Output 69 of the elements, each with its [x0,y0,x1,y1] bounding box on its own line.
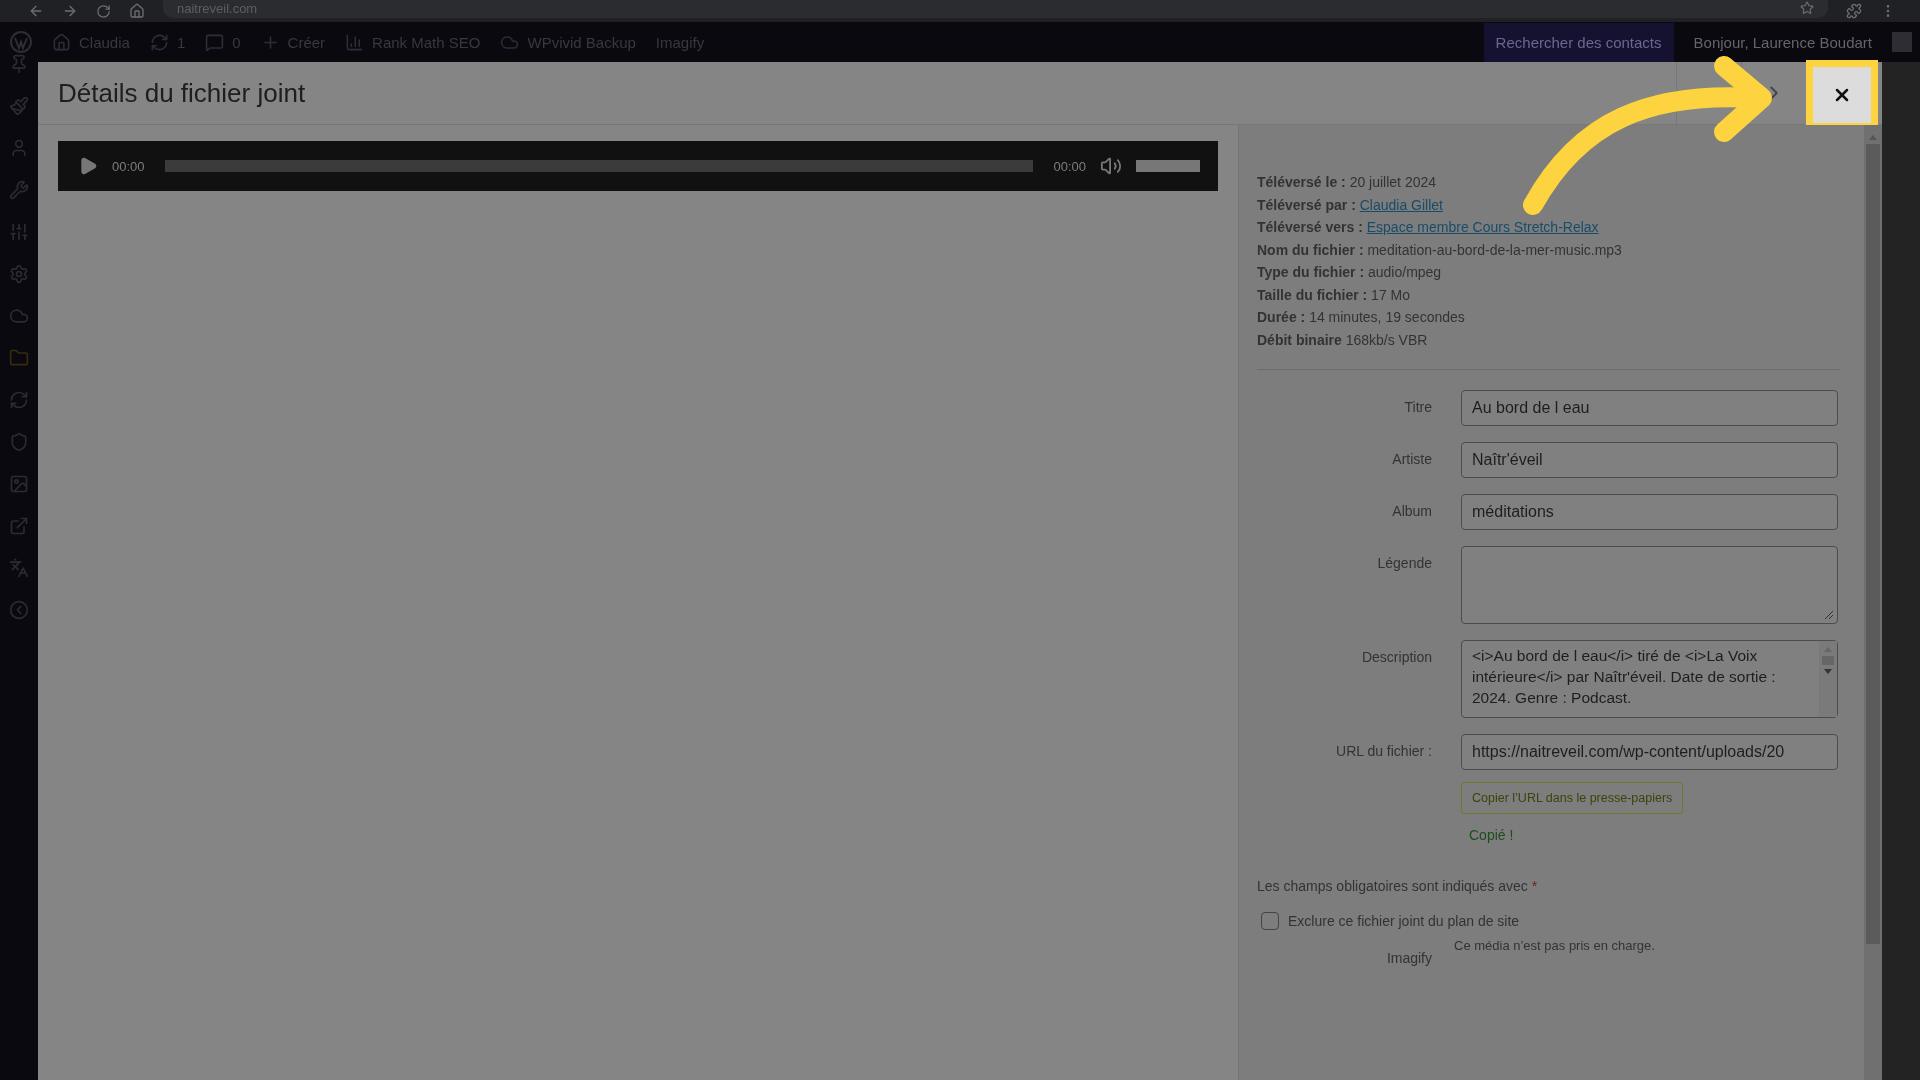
scrollbar[interactable] [1864,125,1882,1080]
volume-icon[interactable] [1100,155,1122,177]
copy-url-button[interactable]: Copier l’URL dans le presse-papiers [1461,782,1684,814]
imagify-note: Ce média n’est pas pris en charge. [1454,938,1656,955]
logo-icon[interactable] [10,31,32,53]
sliders-icon[interactable] [9,222,29,242]
image-icon[interactable] [9,474,29,494]
detail-link[interactable]: Espace membre Cours Stretch-Relax [1366,219,1599,235]
checkbox[interactable] [1261,912,1279,930]
wrench-icon[interactable] [9,180,29,200]
forward-icon[interactable] [62,3,78,19]
collapse-icon[interactable] [9,600,29,620]
field-label: Titre [1404,398,1432,415]
detail-line: Débit binaire 168kb/s VBR [1257,330,1429,350]
field-label: Artiste [1392,450,1432,467]
reload-icon[interactable] [96,3,111,19]
url-field[interactable]: https://naitreveil.com/wp-content/uploads/20 [1461,734,1838,770]
external-link-icon[interactable] [9,516,29,536]
extensions-icon[interactable] [1846,3,1862,19]
detail-line: Taille du fichier : 17 Mo [1257,285,1411,305]
home-icon [52,32,71,52]
detail-line: Nom du fichier : meditation-au-bord-de-la-mer-music.mp3 [1257,240,1623,260]
pin-icon[interactable] [9,54,29,74]
comment-icon [205,32,225,52]
play-icon[interactable] [78,156,98,176]
refresh-icon [149,32,169,52]
detail-link[interactable]: Claudia Gillet [1359,196,1443,213]
input-field[interactable]: méditations [1461,494,1838,530]
scroll-up-icon[interactable] [1869,135,1877,140]
settings-icon[interactable] [9,264,29,284]
field-label: Album [1392,502,1432,519]
folder-icon[interactable] [9,348,29,368]
scrollbar[interactable] [1819,641,1837,717]
input-field[interactable]: Au bord de l eau [1461,390,1838,426]
avatar[interactable] [1892,32,1912,52]
home-icon[interactable] [129,3,145,19]
detail-line: Téléversé par : Claudia Gillet [1257,195,1444,215]
input-field[interactable]: Naîtr'éveil [1461,442,1838,478]
modal-title: Détails du fichier joint [58,77,307,109]
brush-icon[interactable] [9,96,29,116]
resize-grip-icon [1824,610,1834,620]
detail-line: Durée : 14 minutes, 19 secondes [1257,308,1466,327]
duration: 00:00 [1053,158,1086,174]
checkbox-label[interactable]: Exclure ce fichier joint du plan de site [1288,913,1520,929]
translate-icon[interactable] [9,558,29,578]
copied-message: Copié ! [1469,827,1514,843]
text-area[interactable]: <i>Au bord de l eau</i> tiré de <i>La Voix intérieure</i> par Naîtr'éveil. Date de sortie : 2024. Genre : Podcast. [1461,640,1838,718]
cloud-icon[interactable] [9,306,29,326]
volume-level-bar[interactable] [1136,160,1200,172]
field-label: URL du fichier : [1336,742,1432,759]
field-label: Description [1361,648,1432,665]
shield-icon[interactable] [9,432,29,452]
chart-icon [345,32,365,52]
text-area[interactable] [1461,546,1838,624]
current-time: 00:00 [112,158,145,174]
required-note: Les champs obligatoires sont indiqués avec * [1257,878,1539,894]
star-icon[interactable] [1800,1,1814,15]
user-greeting[interactable]: Bonjour, Laurence Boudart [1693,33,1872,51]
detail-line: Téléversé le : 20 juillet 2024 [1257,173,1438,192]
scroll-down-icon[interactable] [1824,669,1832,674]
search-field[interactable]: Rechercher des contacts [1483,22,1674,62]
refresh-icon[interactable] [9,390,29,410]
user-icon[interactable] [9,138,29,158]
back-icon[interactable] [28,3,44,19]
progress-track[interactable] [164,160,1034,172]
field-label: Légende [1377,554,1432,571]
detail-line: Téléversé vers : Espace membre Cours Stretch-Relax [1257,218,1600,237]
detail-line: Type du fichier : audio/mpeg [1257,263,1443,282]
field-label: Imagify [1386,949,1432,966]
